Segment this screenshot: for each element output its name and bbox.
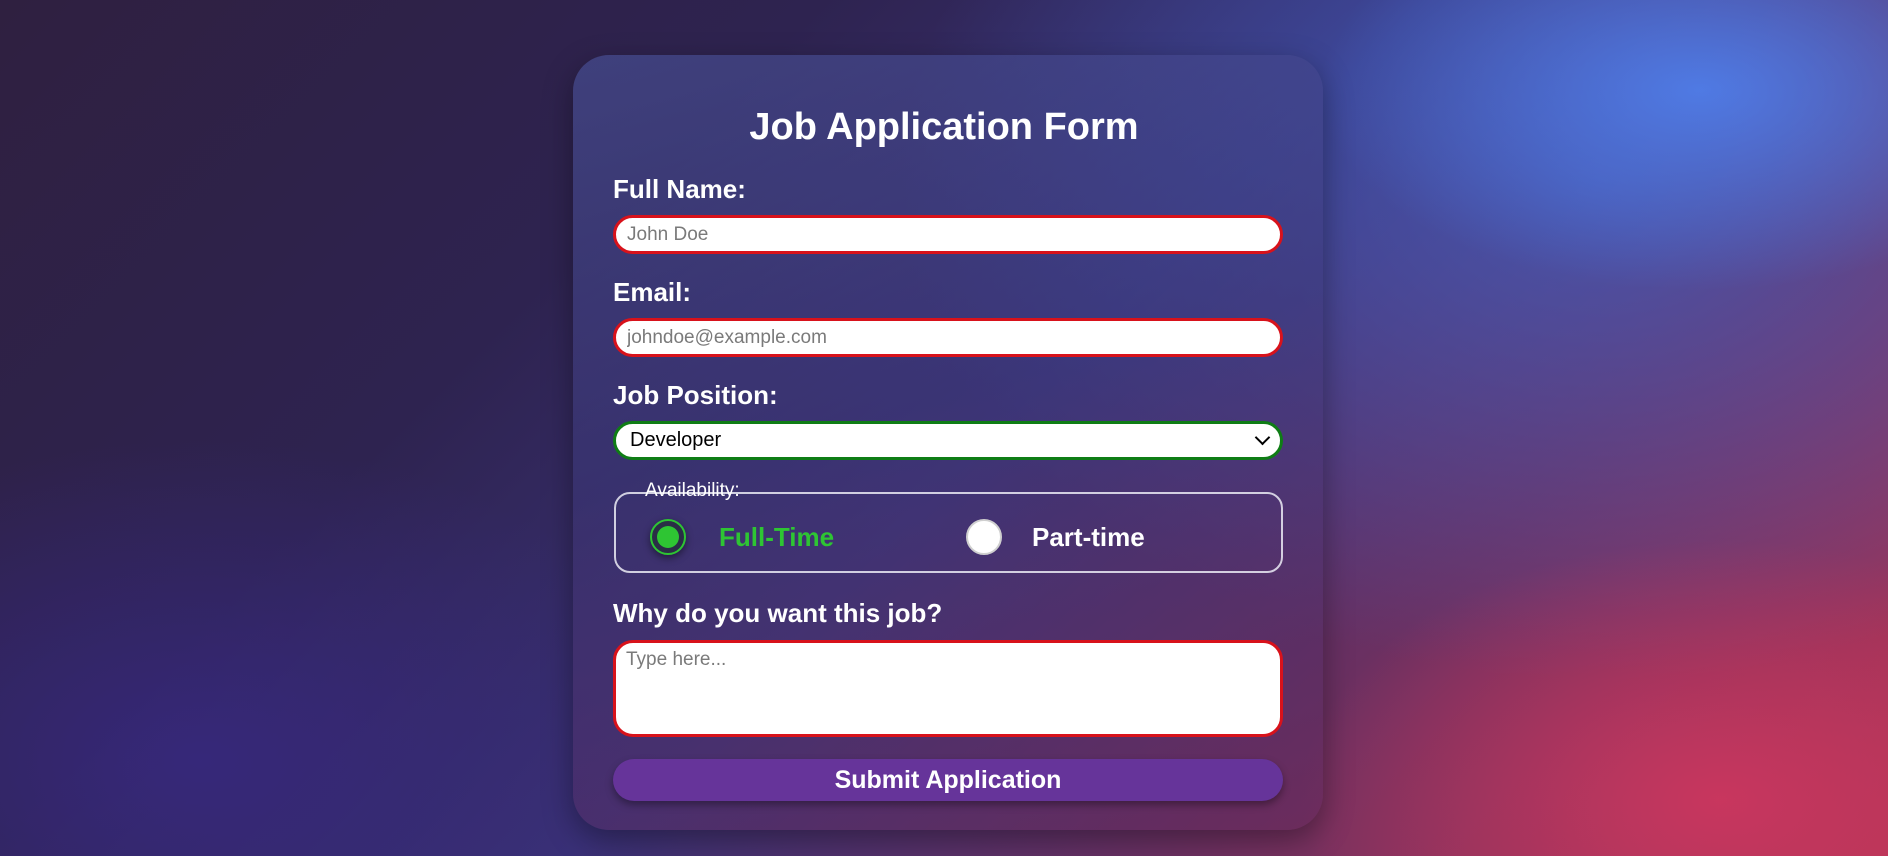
- why-textarea[interactable]: [613, 640, 1283, 737]
- email-input[interactable]: [613, 318, 1283, 357]
- chevron-down-icon: [1254, 429, 1271, 446]
- full-time-label[interactable]: Full-Time: [719, 522, 834, 552]
- why-label: Why do you want this job?: [613, 598, 943, 628]
- full-time-radio[interactable]: [650, 519, 686, 555]
- job-position-select[interactable]: Developer: [613, 421, 1283, 460]
- full-name-input[interactable]: [613, 215, 1283, 254]
- job-position-selected-value: Developer: [630, 429, 722, 451]
- radio-checked-dot: [657, 526, 679, 548]
- part-time-radio[interactable]: [966, 519, 1002, 555]
- email-label: Email:: [613, 277, 692, 307]
- full-name-label: Full Name:: [613, 174, 746, 204]
- job-position-label: Job Position:: [613, 380, 778, 410]
- form-title: Job Application Form: [749, 106, 1139, 148]
- availability-legend: Availability:: [643, 480, 742, 502]
- part-time-label[interactable]: Part-time: [1032, 522, 1145, 552]
- availability-fieldset: [614, 492, 1283, 573]
- submit-button[interactable]: Submit Application: [613, 759, 1283, 801]
